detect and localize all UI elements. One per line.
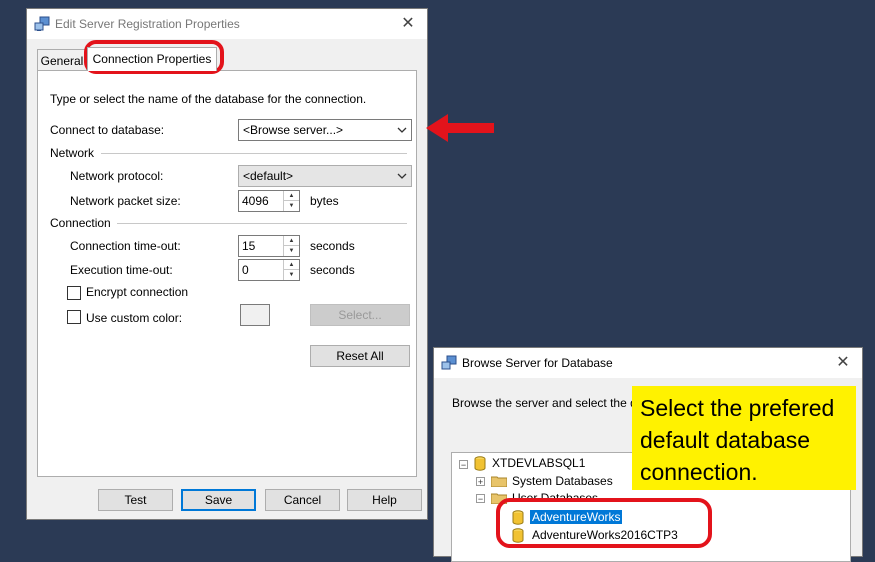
spinner-buttons[interactable]: ▲ ▼ bbox=[283, 260, 299, 280]
custom-color-label: Use custom color: bbox=[86, 311, 183, 325]
tree-node-adventureworks2016ctp3-label: AdventureWorks2016CTP3 bbox=[532, 528, 678, 542]
save-button[interactable]: Save bbox=[181, 489, 256, 511]
tree-node-system-databases[interactable]: System Databases bbox=[512, 472, 613, 490]
spinner-buttons[interactable]: ▲ ▼ bbox=[283, 191, 299, 211]
timeout-unit: seconds bbox=[310, 239, 355, 253]
save-label: Save bbox=[204, 493, 233, 507]
tree-node-user-databases[interactable]: User Databases bbox=[512, 489, 598, 501]
cancel-button[interactable]: Cancel bbox=[265, 489, 340, 511]
tree-node-adventureworks[interactable]: AdventureWorks bbox=[530, 508, 623, 526]
tab-connection-properties-label: Connection Properties bbox=[92, 52, 212, 66]
packet-size-unit: bytes bbox=[310, 194, 339, 208]
exec-timeout-spinner[interactable]: 0 ▲ ▼ bbox=[238, 259, 300, 281]
spin-up-icon[interactable]: ▲ bbox=[284, 236, 299, 246]
spin-down-icon[interactable]: ▼ bbox=[284, 201, 299, 211]
cancel-label: Cancel bbox=[283, 493, 322, 507]
tree-node-server-label: XTDEVLABSQL1 bbox=[492, 456, 586, 470]
network-group-divider bbox=[101, 153, 407, 154]
timeout-spinner[interactable]: 15 ▲ ▼ bbox=[238, 235, 300, 257]
tab-general-label: General bbox=[40, 54, 84, 68]
select-color-label: Select... bbox=[338, 308, 382, 322]
protocol-label: Network protocol: bbox=[70, 169, 164, 183]
browse-instruction-text: Browse the server and select the da bbox=[452, 396, 644, 410]
spin-down-icon[interactable]: ▼ bbox=[284, 246, 299, 256]
close-icon[interactable]: ✕ bbox=[397, 13, 419, 35]
callout-line-3: connection. bbox=[640, 459, 758, 485]
reset-all-label: Reset All bbox=[336, 349, 384, 363]
test-button[interactable]: Test bbox=[98, 489, 173, 511]
tree-node-system-databases-label: System Databases bbox=[512, 474, 613, 488]
close-icon[interactable]: ✕ bbox=[832, 352, 854, 374]
color-swatch bbox=[240, 304, 270, 326]
dialog-title: Edit Server Registration Properties bbox=[55, 17, 240, 31]
folder-icon bbox=[491, 476, 507, 487]
chevron-down-icon bbox=[397, 127, 407, 133]
encrypt-label: Encrypt connection bbox=[86, 285, 189, 299]
custom-color-checkbox[interactable] bbox=[67, 310, 81, 324]
spinner-buttons[interactable]: ▲ ▼ bbox=[283, 236, 299, 256]
timeout-label: Connection time-out: bbox=[70, 239, 181, 253]
chevron-down-icon bbox=[397, 173, 407, 179]
database-icon bbox=[512, 528, 524, 543]
select-color-button[interactable]: Select... bbox=[310, 304, 410, 326]
collapse-server-icon[interactable]: − bbox=[459, 460, 468, 470]
spin-up-icon[interactable]: ▲ bbox=[284, 260, 299, 270]
connection-group-label: Connection bbox=[50, 216, 111, 230]
browse-server-icon bbox=[441, 355, 457, 370]
network-group-label: Network bbox=[50, 146, 95, 160]
exec-timeout-value: 0 bbox=[242, 263, 249, 277]
tab-connection-properties[interactable]: Connection Properties bbox=[87, 47, 217, 71]
test-label: Test bbox=[124, 493, 147, 507]
protocol-value: <default> bbox=[243, 169, 294, 183]
help-label: Help bbox=[372, 493, 397, 507]
dialog-title: Browse Server for Database bbox=[462, 356, 613, 370]
callout-line-2: default database bbox=[640, 427, 811, 453]
packet-size-spinner[interactable]: 4096 ▲ ▼ bbox=[238, 190, 300, 212]
tree-node-adventureworks2016ctp3[interactable]: AdventureWorks2016CTP3 bbox=[532, 526, 678, 544]
folder-icon bbox=[491, 493, 507, 504]
tab-general[interactable]: General bbox=[37, 49, 87, 71]
reset-all-button[interactable]: Reset All bbox=[310, 345, 410, 367]
title-bar: Browse Server for Database ✕ bbox=[434, 348, 862, 378]
instruction-text: Type or select the name of the database … bbox=[50, 92, 367, 106]
connect-db-combobox[interactable]: <Browse server...> bbox=[238, 119, 412, 141]
collapse-user-db-icon[interactable]: − bbox=[476, 494, 485, 504]
server-icon bbox=[474, 456, 486, 471]
edit-server-registration-dialog: Edit Server Registration Properties ✕ Ge… bbox=[26, 8, 428, 520]
tree-node-adventureworks-label: AdventureWorks bbox=[530, 510, 623, 524]
connect-db-label: Connect to database: bbox=[50, 123, 165, 137]
exec-timeout-label: Execution time-out: bbox=[70, 263, 173, 277]
help-button[interactable]: Help bbox=[347, 489, 422, 511]
expand-system-db-icon[interactable]: + bbox=[476, 477, 485, 487]
packet-size-value: 4096 bbox=[242, 194, 269, 208]
tree-node-user-databases-label: User Databases bbox=[512, 491, 599, 501]
packet-size-label: Network packet size: bbox=[70, 194, 181, 208]
database-icon bbox=[512, 510, 524, 525]
timeout-value: 15 bbox=[242, 239, 256, 253]
instruction-callout: Select the prefered default database con… bbox=[632, 386, 856, 490]
callout-line-1: Select the prefered bbox=[640, 395, 835, 421]
encrypt-checkbox[interactable] bbox=[67, 286, 81, 300]
protocol-combobox[interactable]: <default> bbox=[238, 165, 412, 187]
server-registration-icon bbox=[34, 16, 50, 31]
connection-group-divider bbox=[117, 223, 407, 224]
connect-db-value: <Browse server...> bbox=[243, 123, 344, 137]
tree-node-server[interactable]: XTDEVLABSQL1 bbox=[492, 454, 585, 472]
red-arrow-icon bbox=[426, 114, 494, 142]
spin-up-icon[interactable]: ▲ bbox=[284, 191, 299, 201]
exec-timeout-unit: seconds bbox=[310, 263, 355, 277]
spin-down-icon[interactable]: ▼ bbox=[284, 270, 299, 280]
title-bar: Edit Server Registration Properties ✕ bbox=[27, 9, 427, 39]
